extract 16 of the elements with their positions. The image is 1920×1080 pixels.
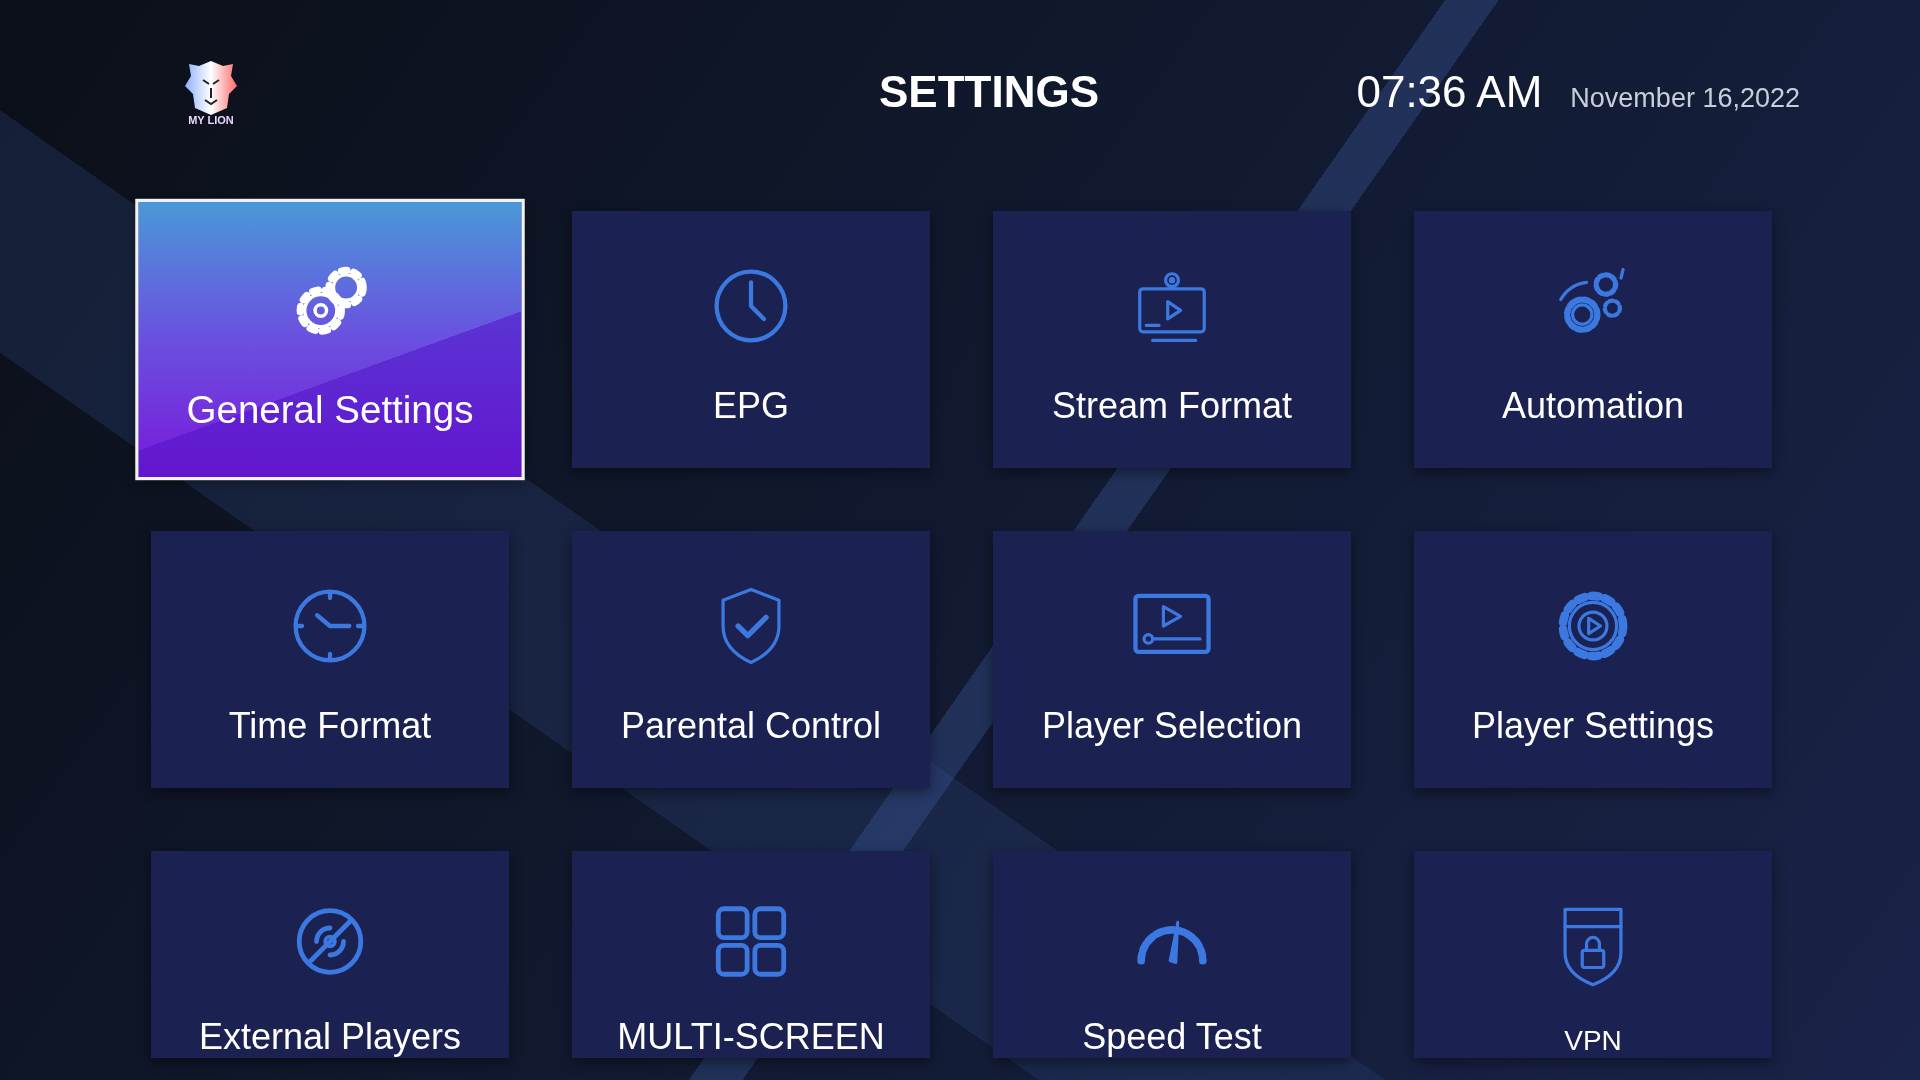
settings-tile[interactable]: Stream Format — [993, 211, 1351, 468]
settings-tile[interactable]: Parental Control — [572, 531, 930, 788]
settings-tile[interactable]: MULTI-SCREEN — [572, 851, 930, 1058]
settings-tile[interactable]: Player Settings — [1414, 531, 1772, 788]
settings-tile[interactable]: Time Format — [151, 531, 509, 788]
settings-tile[interactable]: Automation — [1414, 211, 1772, 468]
settings-tile[interactable]: EPG — [572, 211, 930, 468]
settings-tile[interactable]: General Settings — [138, 202, 522, 477]
settings-tile[interactable]: Speed Test — [993, 851, 1351, 1058]
page-title: SETTINGS — [879, 67, 1099, 117]
settings-tile[interactable]: Player Selection — [993, 531, 1351, 788]
clock-time: 07:36 AM — [1356, 67, 1543, 117]
settings-tile[interactable]: VPN — [1414, 851, 1772, 1058]
clock-date: November 16,2022 — [1570, 83, 1800, 114]
settings-tile[interactable]: External Players — [151, 851, 509, 1058]
logo-text: MY LION — [188, 114, 234, 126]
